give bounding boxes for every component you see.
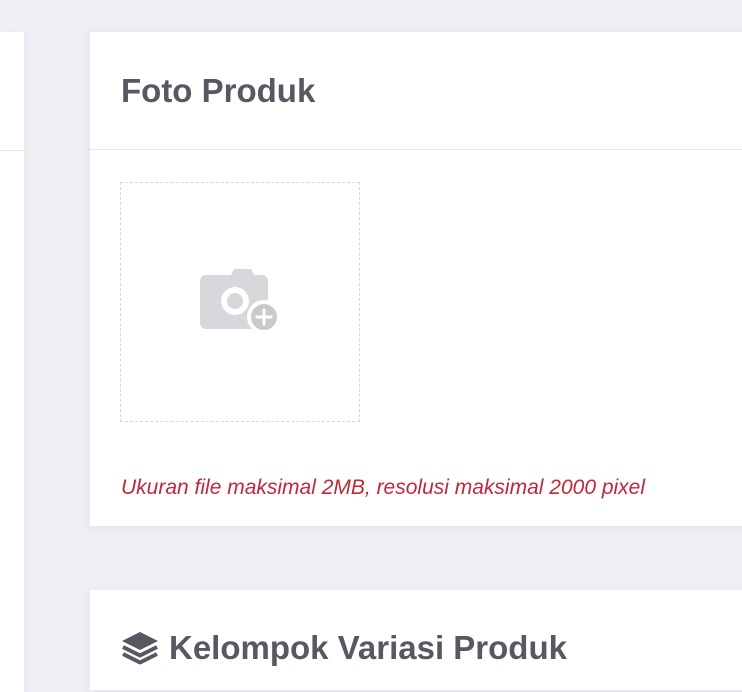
product-variant-card: Kelompok Variasi Produk [90,590,742,690]
left-panel-divider [0,150,24,151]
upload-size-note: Ukuran file maksimal 2MB, resolusi maksi… [121,476,646,499]
product-photo-card-header: Foto Produk [90,32,742,150]
product-photo-upload-dropzone[interactable] [120,182,360,422]
product-variant-card-header: Kelompok Variasi Produk [121,628,567,668]
add-photo-icon [200,269,281,334]
product-photo-title: Foto Produk [121,72,316,109]
layers-icon [122,632,158,665]
product-variant-title: Kelompok Variasi Produk [169,629,567,666]
product-photo-card: Foto Produk Ukuran file maksimal 2MB, re… [90,32,742,526]
left-panel [0,32,24,692]
